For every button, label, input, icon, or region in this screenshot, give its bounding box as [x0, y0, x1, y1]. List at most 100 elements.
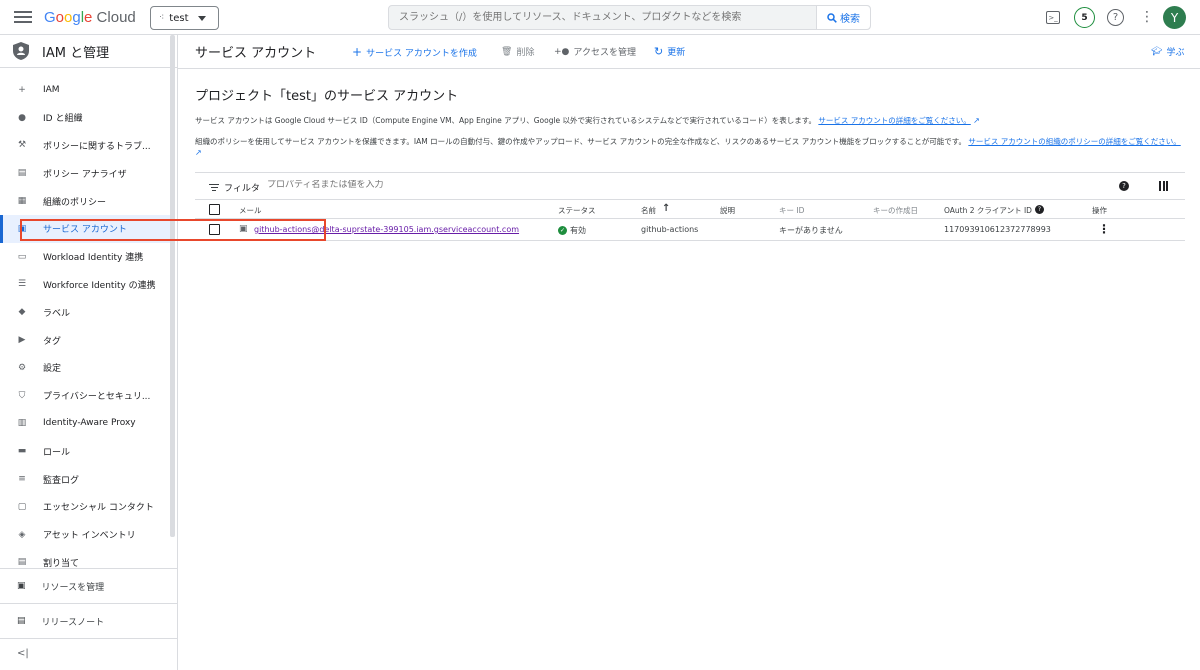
search-icon — [827, 12, 837, 23]
search-button[interactable]: 検索 — [816, 6, 870, 29]
refresh-button[interactable]: ↻ 更新 — [654, 45, 685, 58]
service-account-icon: ▣ — [239, 224, 248, 234]
sidebar-item-label: ポリシー アナライザ — [43, 169, 127, 180]
sidebar-item[interactable]: ▦ 組織のポリシー — [0, 187, 170, 215]
sidebar-item-label: Workforce Identity の連携 — [43, 280, 156, 291]
column-display-icon[interactable] — [1159, 181, 1168, 191]
sidebar-item[interactable]: ▶ タグ — [0, 326, 170, 354]
iam-shield-icon — [13, 42, 29, 60]
col-oauth-label: OAuth 2 クライアント ID — [944, 206, 1032, 215]
sidebar-footer: ▣ リソースを管理 ▤ リリースノート — [0, 568, 177, 639]
row-name: github-actions — [641, 225, 699, 234]
col-key-created: キーの作成日 — [873, 206, 918, 215]
google-cloud-logo[interactable]: Google Cloud — [44, 9, 136, 26]
avatar[interactable]: Y — [1163, 6, 1186, 29]
arrow-up-icon: ↑ — [662, 203, 671, 214]
sidebar: IAM と管理 + IAM ● ID と組織 ⚒ ポリシーに関するトラブ... ▤ ポリシー … — [0, 35, 178, 670]
top-bar: Google Cloud ⁖ test 検索 >_ 5 ? ⋮ Y — [0, 0, 1200, 35]
sidebar-nav: + IAM ● ID と組織 ⚒ ポリシーに関するトラブ... ▤ ポリシー アナライザ ▦ 組織… — [0, 76, 170, 576]
inventory-icon: ◈ — [18, 529, 26, 540]
row-key-id: キーがありません — [779, 226, 843, 235]
sidebar-item-label: リソースを管理 — [41, 582, 105, 593]
help-icon[interactable]: ? — [1119, 181, 1129, 191]
project-selector[interactable]: ⁖ test — [150, 6, 219, 30]
folder-settings-icon: ▣ — [17, 581, 26, 591]
quota-icon: ▤ — [17, 557, 27, 568]
more-vert-icon[interactable]: ⋮ — [1140, 9, 1154, 25]
sidebar-item-label: 監査ログ — [43, 475, 80, 486]
page-description: プロジェクト「test」のサービス アカウント サービス アカウントは Goog… — [195, 85, 1185, 158]
cloud-shell-icon[interactable]: >_ — [1046, 11, 1060, 24]
sidebar-item[interactable]: ▥ Identity-Aware Proxy — [0, 410, 170, 438]
col-status[interactable]: ステータス — [558, 205, 596, 216]
caret-down-icon — [197, 15, 206, 21]
page-title: サービス アカウント — [195, 46, 317, 61]
release-notes-icon: ▤ — [17, 616, 26, 626]
help-icon[interactable]: ? — [1034, 205, 1044, 214]
status-label: 有効 — [570, 226, 586, 235]
sidebar-item[interactable]: ≡ 監査ログ — [0, 465, 170, 493]
contact-icon: ▢ — [17, 501, 27, 512]
notification-badge[interactable]: 5 — [1074, 7, 1095, 28]
col-name[interactable]: 名前 ↑ — [641, 203, 671, 216]
collapse-sidebar-icon[interactable]: <| — [17, 648, 29, 659]
manage-access-button[interactable]: +● アクセスを管理 — [554, 45, 636, 59]
project-name: test — [169, 12, 189, 24]
action-bar: サービス アカウント + サービス アカウントを作成 🗑︎ 削除 +● アクセス… — [178, 35, 1200, 69]
delete-button[interactable]: 🗑︎ 削除 — [501, 45, 534, 59]
help-icon[interactable]: ? — [1107, 9, 1124, 26]
sidebar-item-label: 割り当て — [43, 558, 80, 569]
sidebar-scrollbar[interactable] — [170, 35, 175, 537]
main-menu-icon[interactable] — [12, 8, 34, 26]
sidebar-item-label: ロール — [43, 447, 71, 458]
row-actions-menu-icon[interactable]: ⋮ — [1098, 222, 1110, 236]
sidebar-item[interactable]: ▣ サービス アカウント — [0, 214, 170, 243]
sidebar-item[interactable]: ▬ ロール — [0, 437, 170, 465]
sidebar-item[interactable]: ▢ エッセンシャル コンタクト — [0, 493, 170, 521]
sidebar-item-label: IAM — [43, 84, 60, 95]
refresh-label: 更新 — [667, 48, 686, 58]
learn-more-link[interactable]: サービス アカウントの詳細をご覧ください。 — [818, 116, 970, 125]
search-input[interactable] — [389, 6, 816, 29]
filter-icon[interactable] — [209, 182, 219, 193]
sidebar-item[interactable]: ◈ アセット インベントリ — [0, 521, 170, 549]
sidebar-item[interactable]: ◆ ラベル — [0, 298, 170, 326]
sidebar-item[interactable]: ▤ ポリシー アナライザ — [0, 159, 170, 187]
sidebar-item[interactable]: + IAM — [0, 76, 170, 104]
badge-icon: ▭ — [17, 251, 27, 262]
sidebar-item[interactable]: ⛉ プライバシーとセキュリ... — [0, 382, 170, 410]
service-account-icon: ▣ — [17, 223, 27, 234]
sidebar-item[interactable]: ● ID と組織 — [0, 104, 170, 132]
col-description[interactable]: 説明 — [720, 205, 735, 216]
person-add-icon: + — [18, 84, 26, 95]
sidebar-item[interactable]: ⚒ ポリシーに関するトラブ... — [0, 132, 170, 160]
sidebar-item-label: 設定 — [43, 364, 62, 375]
table-header: メール ステータス 名前 ↑ 説明 キー ID キーの作成日 OAuth 2 ク… — [195, 200, 1185, 219]
sidebar-item[interactable]: ☰ Workforce Identity の連携 — [0, 271, 170, 299]
sidebar-item-release-notes[interactable]: ▤ リリースノート — [0, 604, 177, 639]
check-circle-icon: ✓ — [558, 226, 567, 235]
service-account-email-link[interactable]: github-actions@delta-suprstate-399105.ia… — [254, 225, 519, 234]
sidebar-item-label: タグ — [43, 336, 62, 347]
open-in-new-icon: ↗ — [973, 116, 980, 125]
sidebar-item-label: ポリシーに関するトラブ... — [43, 141, 151, 152]
select-all-checkbox[interactable] — [209, 204, 220, 215]
section-heading: プロジェクト「test」のサービス アカウント — [195, 89, 459, 104]
learn-button[interactable]: 🎓︎ 学ぶ — [1151, 45, 1184, 59]
sidebar-item-label: プライバシーとセキュリ... — [43, 392, 151, 403]
person-add-icon: +● — [554, 46, 570, 57]
create-service-account-button[interactable]: + サービス アカウントを作成 — [352, 45, 477, 59]
sidebar-item-manage-resources[interactable]: ▣ リソースを管理 — [0, 569, 177, 604]
row-checkbox[interactable] — [209, 224, 220, 235]
tag-icon: ▶ — [18, 335, 26, 346]
filter-input[interactable] — [267, 180, 567, 190]
sidebar-item[interactable]: ⚙ 設定 — [0, 354, 170, 382]
sidebar-item[interactable]: ▭ Workload Identity 連携 — [0, 243, 170, 271]
row-oauth-id: 117093910612372778993 — [944, 225, 1051, 234]
hat-icon: ▬ — [17, 446, 27, 457]
org-policy-link[interactable]: サービス アカウントの組織のポリシーの詳細をご覧ください。 — [968, 137, 1180, 146]
create-label: サービス アカウントを作成 — [366, 48, 477, 59]
description-1: サービス アカウントは Google Cloud サービス ID（Compute… — [195, 116, 980, 125]
col-email[interactable]: メール — [239, 205, 262, 216]
school-icon: 🎓︎ — [1151, 46, 1163, 57]
